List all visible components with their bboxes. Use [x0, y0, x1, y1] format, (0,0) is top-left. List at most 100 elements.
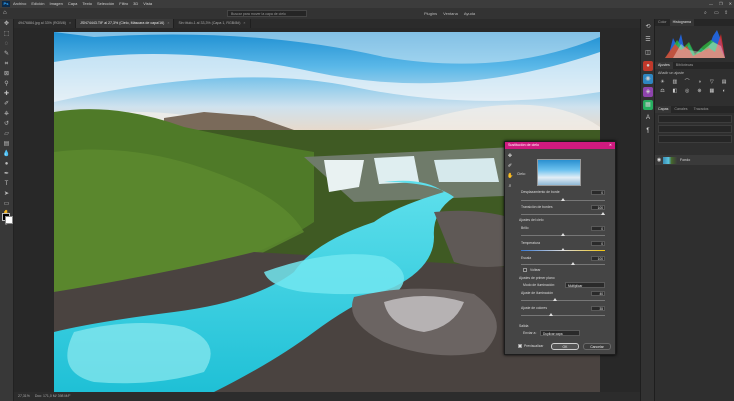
menu-texto[interactable]: Texto — [82, 0, 92, 8]
color-adjust-value[interactable]: 35 — [591, 306, 605, 311]
eyedropper-tool-icon[interactable]: ⚲ — [2, 80, 11, 89]
hand-icon[interactable]: ✋ — [507, 173, 513, 179]
slider-knob[interactable] — [570, 262, 575, 265]
path-select-tool-icon[interactable]: ➤ — [2, 190, 11, 199]
gradient-tool-icon[interactable]: ▤ — [2, 140, 11, 149]
crop-tool-icon[interactable]: ⌗ — [2, 60, 11, 69]
character-icon[interactable]: A — [643, 113, 653, 123]
slider-knob[interactable] — [561, 233, 565, 236]
blur-tool-icon[interactable]: 💧 — [2, 150, 11, 159]
menu-edicion[interactable]: Edición — [31, 0, 44, 8]
vibrance-icon[interactable]: ▽ — [708, 79, 715, 86]
menu-capa[interactable]: Capa — [68, 0, 78, 8]
menu-seleccion[interactable]: Selección — [97, 0, 114, 8]
close-window-button[interactable]: ✕ — [729, 0, 732, 8]
brightness-icon[interactable]: ☀ — [659, 79, 666, 86]
temperature-value[interactable]: 0 — [591, 241, 605, 246]
history-brush-tool-icon[interactable]: ↺ — [2, 120, 11, 129]
levels-icon[interactable]: ▥ — [671, 79, 678, 86]
share-icon[interactable]: ⇪ — [724, 10, 730, 16]
eye-icon[interactable]: ◉ — [655, 157, 663, 163]
slider-knob[interactable] — [549, 313, 553, 316]
paragraph-icon[interactable]: ¶ — [643, 126, 653, 136]
close-icon[interactable]: × — [167, 21, 169, 25]
layer-filter-input[interactable] — [658, 115, 732, 123]
close-icon[interactable]: × — [243, 21, 245, 25]
move-sky-icon[interactable]: ✥ — [507, 153, 513, 159]
curves-icon[interactable]: ⌒ — [684, 79, 691, 86]
swatches-icon[interactable]: ● — [643, 61, 653, 71]
home-icon[interactable]: ⌂ — [3, 10, 10, 17]
lookup-icon[interactable]: ▦ — [708, 88, 715, 95]
sky-preset-thumbnail[interactable] — [537, 159, 581, 186]
lock-controls[interactable] — [658, 135, 732, 143]
menu-filtro[interactable]: Filtro — [119, 0, 128, 8]
libraries-icon[interactable]: ◫ — [643, 48, 653, 58]
search-input[interactable]: Buscar para mover la capa de cielo — [227, 10, 307, 17]
lighting-mode-select[interactable]: Multiplicar — [565, 282, 605, 288]
close-icon[interactable]: ✕ — [609, 142, 612, 149]
shape-tool-icon[interactable]: ▭ — [2, 200, 11, 209]
scale-slider[interactable] — [521, 262, 605, 265]
background-color-swatch[interactable] — [5, 216, 13, 224]
lighting-adjust-slider[interactable] — [521, 298, 605, 301]
flip-checkbox[interactable] — [523, 268, 527, 272]
channel-mixer-icon[interactable]: ⊕ — [696, 88, 703, 95]
pen-tool-icon[interactable]: ✒ — [2, 170, 11, 179]
dodge-tool-icon[interactable]: ● — [2, 160, 11, 169]
sky-brush-icon[interactable]: ✐ — [507, 163, 513, 169]
quick-select-tool-icon[interactable]: ✎ — [2, 50, 11, 59]
blend-mode-select[interactable] — [658, 125, 732, 133]
lighting-adjust-value[interactable]: 40 — [591, 291, 605, 296]
move-tool-icon[interactable]: ✥ — [2, 20, 11, 29]
menu-3d[interactable]: 3D — [133, 0, 138, 8]
tab-doc-3[interactable]: Sin título-1 al 33,3% (Capa 1, RGB/8#) × — [174, 19, 251, 28]
tab-layers[interactable]: Capas — [655, 106, 672, 113]
minimize-button[interactable]: — — [709, 0, 713, 8]
zoom-icon[interactable]: ⌕ — [507, 183, 513, 189]
tab-color[interactable]: Color — [655, 19, 670, 26]
menu-ayuda[interactable]: Ayuda — [464, 8, 475, 19]
color-balance-icon[interactable]: ⚖ — [659, 88, 666, 95]
frame-tool-icon[interactable]: ⊠ — [2, 70, 11, 79]
menu-plugins[interactable]: Plugins — [424, 8, 437, 19]
color-wheel-icon[interactable]: ◉ — [643, 74, 653, 84]
shift-edge-slider[interactable] — [521, 198, 605, 201]
photo-filter-icon[interactable]: ◎ — [684, 88, 691, 95]
healing-tool-icon[interactable]: ✚ — [2, 90, 11, 99]
hue-icon[interactable]: ▤ — [721, 79, 728, 86]
zoom-level[interactable]: 27,31% — [18, 394, 30, 398]
temperature-slider[interactable] — [521, 248, 605, 251]
tab-paths[interactable]: Trazados — [691, 106, 712, 113]
brightness-value[interactable]: 0 — [591, 226, 605, 231]
layer-row[interactable]: ◉ Fondo — [655, 155, 734, 165]
menu-vista[interactable]: Vista — [143, 0, 152, 8]
slider-knob[interactable] — [561, 248, 565, 251]
brightness-slider[interactable] — [521, 233, 605, 236]
clone-stamp-tool-icon[interactable]: ⎈ — [2, 110, 11, 119]
gradients-icon[interactable]: ◈ — [643, 87, 653, 97]
tab-adjustments[interactable]: Ajustes — [655, 62, 673, 69]
black-white-icon[interactable]: ◧ — [671, 88, 678, 95]
slider-knob[interactable] — [601, 212, 605, 215]
menu-imagen[interactable]: Imagen — [49, 0, 62, 8]
exposure-icon[interactable]: ◑ — [696, 79, 703, 86]
shift-edge-value[interactable]: 0 — [591, 190, 605, 195]
marquee-tool-icon[interactable]: ⬚ — [2, 30, 11, 39]
color-adjust-slider[interactable] — [521, 313, 605, 316]
menu-archivo[interactable]: Archivo — [13, 0, 26, 8]
brush-tool-icon[interactable]: ✐ — [2, 100, 11, 109]
slider-knob[interactable] — [553, 298, 557, 301]
maximize-button[interactable]: ❐ — [719, 0, 723, 8]
close-icon[interactable]: × — [69, 21, 71, 25]
slider-knob[interactable] — [561, 198, 565, 201]
menu-ventana[interactable]: Ventana — [443, 8, 458, 19]
fade-edge-value[interactable]: 100 — [591, 205, 605, 210]
tab-channels[interactable]: Canales — [671, 106, 690, 113]
eraser-tool-icon[interactable]: ▱ — [2, 130, 11, 139]
type-tool-icon[interactable]: T — [2, 180, 11, 189]
cancel-button[interactable]: Cancelar — [583, 343, 611, 350]
invert-icon[interactable]: ◐ — [721, 88, 728, 95]
preview-checkbox[interactable] — [518, 344, 522, 348]
tab-doc-2[interactable]: JSN74443.TIF al 27,3% (Cielo, Máscara de… — [76, 19, 175, 28]
